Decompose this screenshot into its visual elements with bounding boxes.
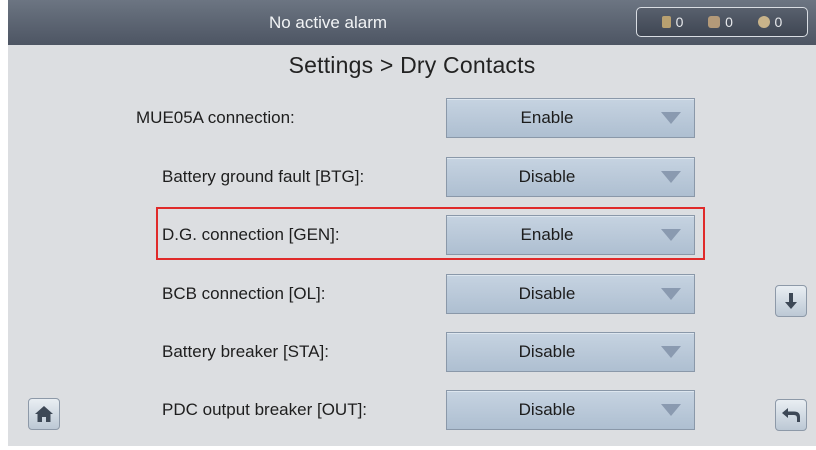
mue05a-connection-label: MUE05A connection: xyxy=(136,108,295,127)
arrow-down-icon xyxy=(785,293,797,309)
major-alarm-icon xyxy=(708,16,721,28)
scroll-down-button[interactable] xyxy=(775,285,807,317)
back-icon xyxy=(782,408,800,422)
back-button[interactable] xyxy=(775,399,807,431)
minor-alarm-counter: 0 xyxy=(661,14,684,30)
critical-alarm-count: 0 xyxy=(774,14,783,30)
dropdown-value: Disable xyxy=(518,167,576,186)
battery-breaker-label: Battery breaker [STA]: xyxy=(162,342,329,361)
page-title: Settings > Dry Contacts xyxy=(288,52,536,78)
screen: No active alarm 0 0 0 Settings > Dry Con… xyxy=(8,0,816,446)
chevron-down-icon xyxy=(661,171,681,183)
alarm-status-text[interactable]: No active alarm xyxy=(8,0,648,45)
chevron-down-icon xyxy=(661,288,681,300)
dg-connection-dropdown[interactable]: Enable xyxy=(446,215,695,255)
dg-connection-label: D.G. connection [GEN]: xyxy=(162,225,340,244)
bcb-connection-dropdown[interactable]: Disable xyxy=(446,274,695,314)
mue05a-connection-dropdown[interactable]: Enable xyxy=(446,98,695,138)
battery-ground-fault-dropdown[interactable]: Disable xyxy=(446,157,695,197)
dropdown-value: Enable xyxy=(520,108,574,127)
pdc-output-breaker-dropdown[interactable]: Disable xyxy=(446,390,695,430)
dropdown-value: Disable xyxy=(518,400,576,419)
dropdown-value: Disable xyxy=(518,342,576,361)
minor-alarm-icon xyxy=(661,16,671,28)
home-icon xyxy=(35,406,53,422)
bcb-connection-label: BCB connection [OL]: xyxy=(162,284,326,303)
alarm-bar: No active alarm 0 0 0 xyxy=(8,0,816,45)
battery-breaker-dropdown[interactable]: Disable xyxy=(446,332,695,372)
home-button[interactable] xyxy=(28,398,60,430)
minor-alarm-count: 0 xyxy=(675,14,684,30)
dropdown-value: Enable xyxy=(520,225,574,244)
major-alarm-count: 0 xyxy=(725,14,733,30)
chevron-down-icon xyxy=(661,346,681,358)
critical-alarm-icon xyxy=(757,16,770,28)
pdc-output-breaker-label: PDC output breaker [OUT]: xyxy=(162,400,368,419)
critical-alarm-counter: 0 xyxy=(757,14,783,30)
major-alarm-counter: 0 xyxy=(708,14,733,30)
battery-ground-fault-label: Battery ground fault [BTG]: xyxy=(162,167,365,186)
alarm-counters[interactable]: 0 0 0 xyxy=(636,7,808,37)
chevron-down-icon xyxy=(661,404,681,416)
chevron-down-icon xyxy=(661,229,681,241)
chevron-down-icon xyxy=(661,112,681,124)
dropdown-value: Disable xyxy=(518,284,576,303)
